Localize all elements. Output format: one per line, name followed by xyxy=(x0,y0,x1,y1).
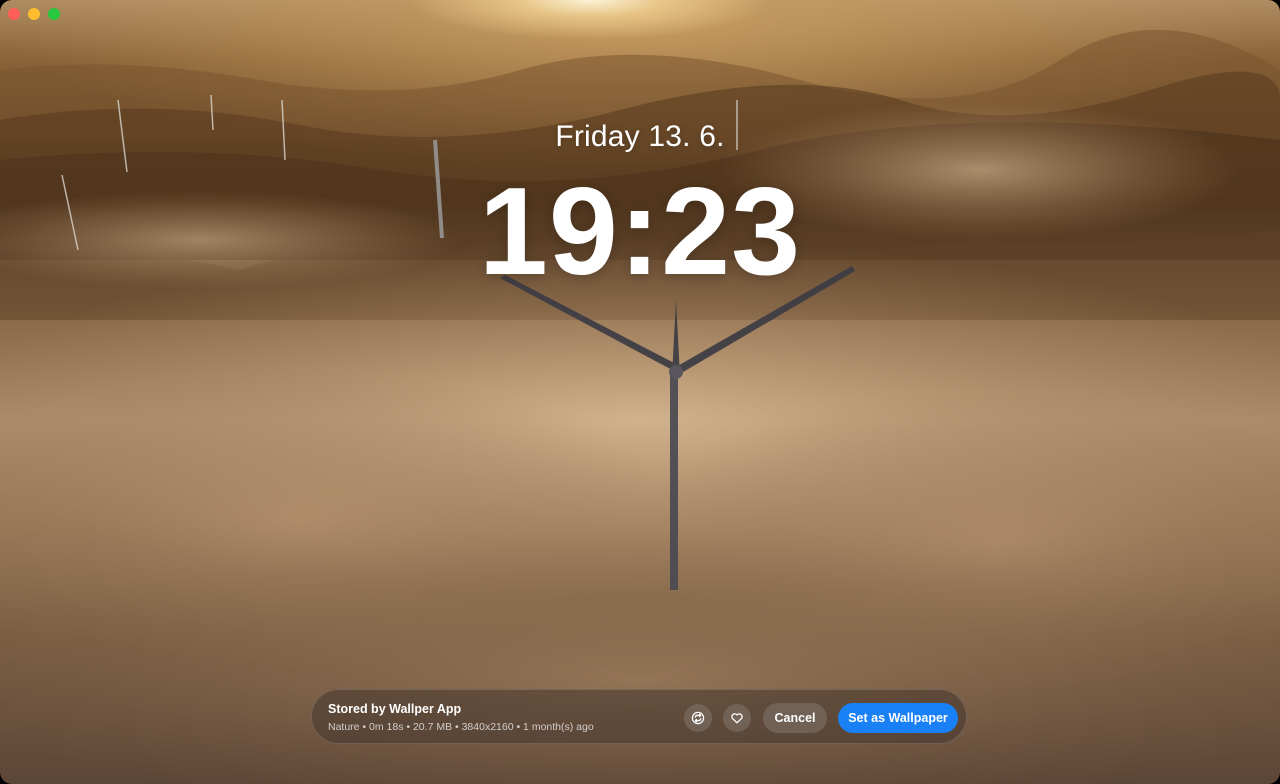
repeat-button[interactable] xyxy=(684,704,712,732)
wallpaper-metadata: Nature • 0m 18s • 20.7 MB • 3840x2160 • … xyxy=(328,721,594,733)
maximize-window-button[interactable] xyxy=(48,8,60,20)
wallpaper-info-bar: Stored by Wallper App Nature • 0m 18s • … xyxy=(311,689,967,744)
set-as-wallpaper-button[interactable]: Set as Wallpaper xyxy=(838,703,958,733)
cancel-button[interactable]: Cancel xyxy=(763,703,827,733)
favorite-button[interactable] xyxy=(723,704,751,732)
lockscreen-time: 19:23 xyxy=(478,163,802,301)
close-window-button[interactable] xyxy=(8,8,20,20)
wallpaper-background xyxy=(0,29,1280,784)
repeat-icon xyxy=(691,711,705,725)
wallpaper-source-title: Stored by Wallper App xyxy=(328,702,462,716)
lockscreen-date: Friday 13. 6. xyxy=(555,120,725,153)
wallpaper-preview-window: Friday 13. 6. 19:23 Stored by Wallper Ap… xyxy=(0,0,1280,784)
heart-icon xyxy=(731,713,743,724)
minimize-window-button[interactable] xyxy=(28,8,40,20)
